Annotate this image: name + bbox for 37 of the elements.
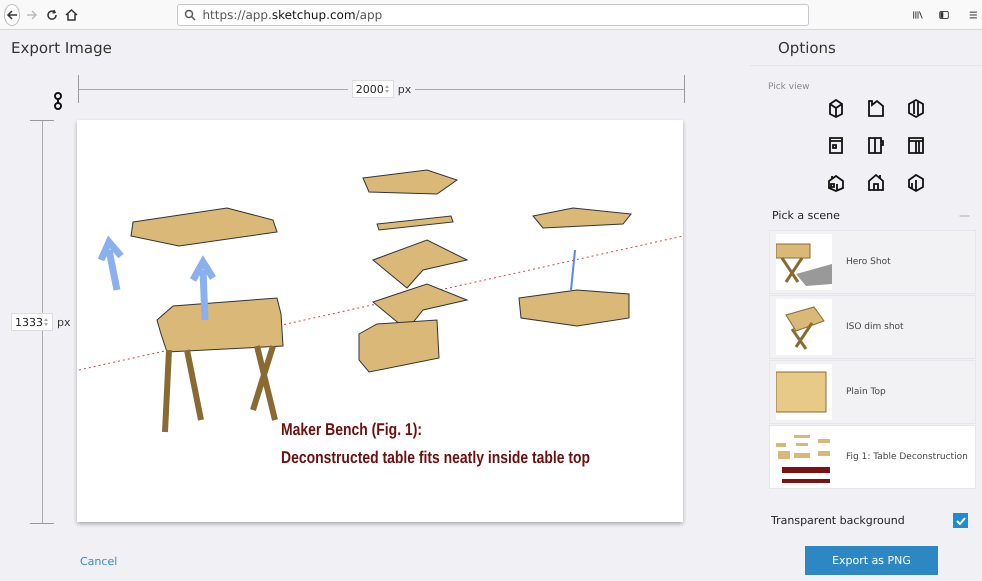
scene-item[interactable]: Plain Top <box>769 360 976 424</box>
search-icon <box>184 8 196 20</box>
scene-thumbnail <box>776 364 832 420</box>
url-text: https://app.sketchup.com/app <box>202 8 382 22</box>
export-png-button[interactable]: Export as PNG <box>805 546 938 575</box>
forward-arrow-icon <box>26 8 38 20</box>
pick-view-label: Pick view <box>767 81 810 92</box>
reload-icon <box>46 8 58 20</box>
library-icon[interactable] <box>913 8 924 20</box>
scene-name: Plain Top <box>846 387 886 397</box>
export-image-title: Export Image <box>11 39 112 57</box>
back-button[interactable] <box>4 4 20 26</box>
scene-item[interactable]: Hero Shot <box>769 230 976 294</box>
scene-name: Fig 1: Table Deconstruction <box>846 452 968 462</box>
scene-name: Hero Shot <box>846 257 891 267</box>
options-title: Options <box>750 30 982 66</box>
scene-item[interactable]: ISO dim shot <box>769 295 976 359</box>
width-input[interactable]: 2000 <box>352 80 394 98</box>
height-input[interactable]: 1333 <box>11 313 53 331</box>
scene-thumbnail <box>776 299 832 355</box>
pick-scene-label: Pick a scene <box>772 209 840 222</box>
checkmark-icon <box>956 516 966 524</box>
back-arrow-icon <box>6 8 18 20</box>
caption-line: Maker Bench (Fig. 1): <box>281 419 423 441</box>
home-icon <box>65 8 78 20</box>
address-field[interactable]: https://app.sketchup.com/app <box>177 4 810 26</box>
transparent-background-label: Transparent background <box>771 514 905 527</box>
scene-thumbnail <box>776 234 832 290</box>
caption-line: Deconstructed table fits neatly inside table top <box>281 447 590 469</box>
width-unit: px <box>398 82 412 96</box>
transparent-checkbox[interactable] <box>953 513 968 528</box>
scene-item[interactable]: Fig 1: Table Deconstruction <box>769 425 976 489</box>
chain-link-icon[interactable] <box>53 92 63 110</box>
menu-icon[interactable] <box>969 8 978 20</box>
sidebar-icon[interactable] <box>939 8 950 20</box>
height-unit: px <box>57 316 70 328</box>
scene-name: ISO dim shot <box>846 322 904 332</box>
